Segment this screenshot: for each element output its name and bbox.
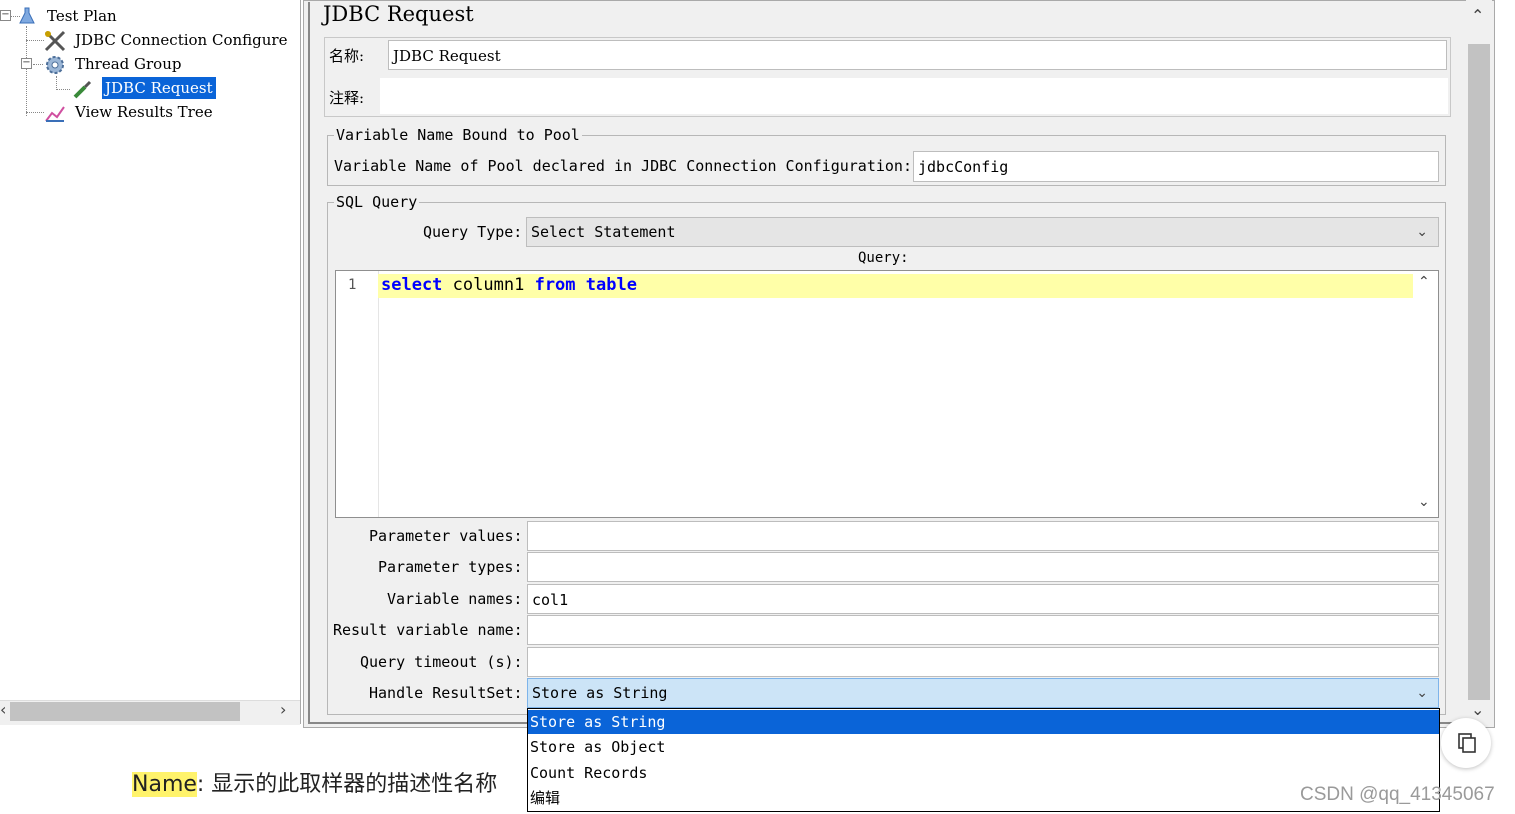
sql-identifier: column1 <box>452 275 525 295</box>
scrollbar-thumb[interactable] <box>10 702 240 721</box>
variable-names-field[interactable]: col1 <box>527 584 1439 614</box>
pool-label: Variable Name of Pool declared in JDBC C… <box>334 157 912 175</box>
parameter-types-label: Parameter types: <box>378 558 523 576</box>
tree-item-label: Test Plan <box>47 7 117 25</box>
pool-variable-field[interactable]: jdbcConfig <box>913 151 1439 182</box>
sql-query-editor[interactable] <box>335 270 1439 518</box>
chevron-right-icon[interactable]: › <box>280 700 286 719</box>
variable-names-label: Variable names: <box>387 590 523 608</box>
gear-icon <box>46 56 64 74</box>
chevron-left-icon[interactable]: ‹ <box>0 700 6 719</box>
sql-keyword: from <box>534 275 576 295</box>
chevron-down-icon[interactable]: ⌄ <box>1418 494 1430 510</box>
description-caption: Name: 显示的此取样器的描述性名称 <box>132 766 497 798</box>
tree-item-label: JDBC Connection Configure <box>75 31 288 49</box>
parameter-values-label: Parameter values: <box>369 527 523 545</box>
caption-text: : 显示的此取样器的描述性名称 <box>196 772 498 797</box>
query-label: Query: <box>858 250 909 266</box>
floating-action-button[interactable] <box>1441 718 1491 768</box>
watermark: CSDN @qq_41345067 <box>1300 784 1495 805</box>
result-variable-name-field[interactable] <box>527 615 1439 645</box>
scrollbar-thumb[interactable] <box>1468 44 1490 700</box>
tools-icon <box>44 30 66 52</box>
tree-item-label: JDBC Request <box>102 77 216 99</box>
query-timeout-field[interactable] <box>527 647 1439 677</box>
sql-keyword: select <box>381 275 443 295</box>
query-type-select[interactable]: Select Statement ⌄ <box>526 217 1439 247</box>
handle-resultset-value: Store as String <box>532 684 668 702</box>
dropdown-option-count-records[interactable]: Count Records <box>528 761 1439 785</box>
name-label: 名称: <box>329 47 365 65</box>
parameter-values-field[interactable] <box>527 521 1439 551</box>
chevron-up-icon[interactable]: ⌃ <box>1471 6 1484 25</box>
sql-keyword: table <box>585 275 637 295</box>
line-number: 1 <box>348 277 357 293</box>
handle-resultset-select[interactable]: Store as String ⌄ <box>527 678 1439 708</box>
query-type-label: Query Type: <box>423 223 523 241</box>
chevron-down-icon: ⌄ <box>1416 685 1428 701</box>
collapse-icon[interactable]: − <box>0 10 11 21</box>
caption-keyword: Name <box>132 772 197 797</box>
copy-icon <box>1458 733 1476 753</box>
tree-item-label: Thread Group <box>75 55 182 73</box>
sql-legend: SQL Query <box>336 193 418 211</box>
line-number-gutter <box>336 271 379 517</box>
sql-code-line[interactable]: select column1 from table <box>381 275 637 295</box>
handle-resultset-label: Handle ResultSet: <box>369 684 523 702</box>
parameter-types-field[interactable] <box>527 552 1439 582</box>
result-variable-name-label: Result variable name: <box>333 621 523 639</box>
pipette-icon <box>73 80 92 99</box>
tree-item-label: View Results Tree <box>75 103 213 121</box>
flask-icon <box>19 7 35 24</box>
name-field[interactable]: JDBC Request <box>388 40 1447 70</box>
chevron-up-icon[interactable]: ⌃ <box>1418 274 1430 290</box>
page-title: JDBC Request <box>323 2 474 26</box>
comment-label: 注释: <box>329 89 365 107</box>
chevron-down-icon[interactable]: ⌄ <box>1471 700 1484 719</box>
collapse-icon[interactable]: − <box>21 58 32 69</box>
query-timeout-label: Query timeout (s): <box>360 653 523 671</box>
comment-field[interactable] <box>380 78 1448 114</box>
chevron-down-icon: ⌄ <box>1416 224 1428 240</box>
dropdown-option-store-as-object[interactable]: Store as Object <box>528 735 1439 759</box>
editor-vertical-scrollbar[interactable] <box>1413 271 1438 517</box>
chart-icon <box>45 106 65 122</box>
dropdown-option-store-as-string[interactable]: Store as String <box>528 710 1439 734</box>
query-type-value: Select Statement <box>531 223 676 241</box>
pool-legend: Variable Name Bound to Pool <box>336 126 580 144</box>
